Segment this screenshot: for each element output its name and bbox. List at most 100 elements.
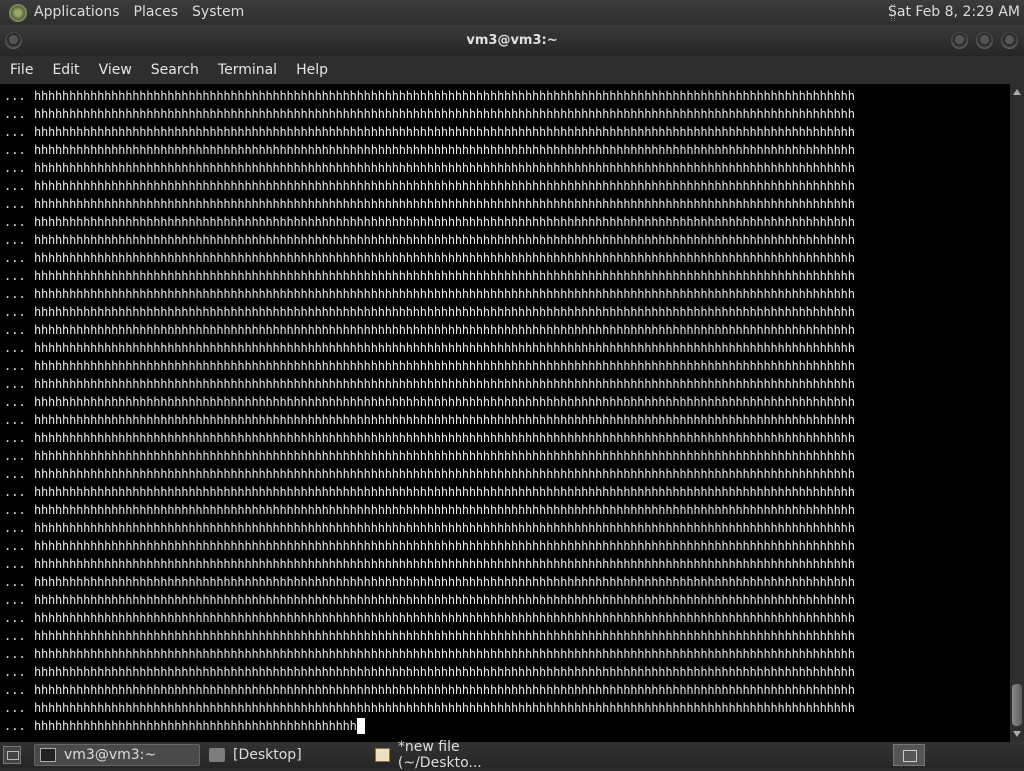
continuation-prompt: ... [4,467,26,481]
continuation-prompt: ... [4,161,26,175]
terminal-line-text: hhhhhhhhhhhhhhhhhhhhhhhhhhhhhhhhhhhhhhhh… [34,629,855,643]
continuation-prompt: ... [4,575,26,589]
terminal-line: ... hhhhhhhhhhhhhhhhhhhhhhhhhhhhhhhhhhhhh… [4,519,1010,537]
terminal-line: ... hhhhhhhhhhhhhhhhhhhhhhhhhhhhhhhhhhhhh… [4,555,1010,573]
terminal-line: ... hhhhhhhhhhhhhhhhhhhhhhhhhhhhhhhhhhhhh… [4,249,1010,267]
continuation-prompt: ... [4,719,26,733]
menu-search[interactable]: Search [144,56,206,84]
terminal-line: ... hhhhhhhhhhhhhhhhhhhhhhhhhhhhhhhhhhhhh… [4,483,1010,501]
terminal-line: ... hhhhhhhhhhhhhhhhhhhhhhhhhhhhhhhhhhhhh… [4,141,1010,159]
workspace-switcher[interactable] [893,744,925,766]
menu-help[interactable]: Help [289,56,335,84]
terminal-line: ... hhhhhhhhhhhhhhhhhhhhhhhhhhhhhhhhhhhhh… [4,501,1010,519]
terminal-line-text: hhhhhhhhhhhhhhhhhhhhhhhhhhhhhhhhhhhhhhhh… [34,503,855,517]
terminal-line: ... hhhhhhhhhhhhhhhhhhhhhhhhhhhhhhhhhhhhh… [4,357,1010,375]
applications-menu[interactable]: Applications [27,0,127,25]
terminal-line-text: hhhhhhhhhhhhhhhhhhhhhhhhhhhhhhhhhhhhhhhh… [34,179,855,193]
continuation-prompt: ... [4,611,26,625]
minimize-button[interactable] [951,32,968,49]
window-titlebar[interactable]: vm3@vm3:~ [0,25,1024,56]
show-desktop-icon[interactable] [3,746,21,764]
terminal-line: ... hhhhhhhhhhhhhhhhhhhhhhhhhhhhhhhhhhhhh… [4,267,1010,285]
scroll-thumb[interactable] [1012,684,1022,726]
terminal-line-text: hhhhhhhhhhhhhhhhhhhhhhhhhhhhhhhhhhhhhhhh… [34,287,855,301]
terminal-line-text: hhhhhhhhhhhhhhhhhhhhhhhhhhhhhhhhhhhhhhhh… [34,161,855,175]
terminal-line-text: hhhhhhhhhhhhhhhhhhhhhhhhhhhhhhhhhhhhhhhh… [34,107,855,121]
maximize-button[interactable] [976,32,993,49]
terminal-line: ... hhhhhhhhhhhhhhhhhhhhhhhhhhhhhhhhhhhhh… [4,375,1010,393]
terminal-line: ... hhhhhhhhhhhhhhhhhhhhhhhhhhhhhhhhhhhhh… [4,645,1010,663]
terminal-line: ... hhhhhhhhhhhhhhhhhhhhhhhhhhhhhhhhhhhhh… [4,717,1010,735]
menu-terminal[interactable]: Terminal [211,56,284,84]
distro-logo-icon[interactable] [9,3,27,22]
continuation-prompt: ... [4,593,26,607]
menubar: File Edit View Search Terminal Help [0,56,1024,84]
taskbar-item-text-editor[interactable]: *new file (~/Deskto... [370,739,536,771]
continuation-prompt: ... [4,647,26,661]
terminal-line: ... hhhhhhhhhhhhhhhhhhhhhhhhhhhhhhhhhhhhh… [4,609,1010,627]
terminal-line: ... hhhhhhhhhhhhhhhhhhhhhhhhhhhhhhhhhhhhh… [4,195,1010,213]
terminal-line: ... hhhhhhhhhhhhhhhhhhhhhhhhhhhhhhhhhhhhh… [4,663,1010,681]
terminal-output[interactable]: ... hhhhhhhhhhhhhhhhhhhhhhhhhhhhhhhhhhhhh… [0,84,1010,742]
menu-edit[interactable]: Edit [45,56,86,84]
continuation-prompt: ... [4,449,26,463]
text-cursor [356,718,365,734]
terminal-line-text: hhhhhhhhhhhhhhhhhhhhhhhhhhhhhhhhhhhhhhhh… [34,395,855,409]
terminal-line-text: hhhhhhhhhhhhhhhhhhhhhhhhhhhhhhhhhhhhhhhh… [34,233,855,247]
terminal-line-text: hhhhhhhhhhhhhhhhhhhhhhhhhhhhhhhhhhhhhhhh… [34,125,855,139]
terminal-line-text: hhhhhhhhhhhhhhhhhhhhhhhhhhhhhhhhhhhhhhhh… [34,359,855,373]
terminal-line: ... hhhhhhhhhhhhhhhhhhhhhhhhhhhhhhhhhhhhh… [4,321,1010,339]
terminal-line-text: hhhhhhhhhhhhhhhhhhhhhhhhhhhhhhhhhhhhhhhh… [34,665,855,679]
terminal-line: ... hhhhhhhhhhhhhhhhhhhhhhhhhhhhhhhhhhhhh… [4,465,1010,483]
continuation-prompt: ... [4,305,26,319]
terminal-line: ... hhhhhhhhhhhhhhhhhhhhhhhhhhhhhhhhhhhhh… [4,123,1010,141]
continuation-prompt: ... [4,539,26,553]
terminal-line-text: hhhhhhhhhhhhhhhhhhhhhhhhhhhhhhhhhhhhhhhh… [34,197,855,211]
continuation-prompt: ... [4,179,26,193]
scroll-down-arrow-icon[interactable] [1013,731,1021,737]
continuation-prompt: ... [4,431,26,445]
terminal-line-text: hhhhhhhhhhhhhhhhhhhhhhhhhhhhhhhhhhhhhhhh… [34,683,855,697]
taskbar-item-label: *new file (~/Deskto... [397,739,482,771]
terminal-line-text: hhhhhhhhhhhhhhhhhhhhhhhhhhhhhhhhhhhhhhhh… [34,539,855,553]
menu-view[interactable]: View [92,56,139,84]
terminal-line-text: hhhhhhhhhhhhhhhhhhhhhhhhhhhhhhhhhhhhhhhh… [34,413,855,427]
taskbar: vm3@vm3:~ [Desktop] *new file (~/Deskto.… [0,739,1024,771]
terminal-line-text: hhhhhhhhhhhhhhhhhhhhhhhhhhhhhhhhhhhhhhhh… [34,557,855,571]
continuation-prompt: ... [4,197,26,211]
terminal-icon [40,748,56,762]
terminal-line: ... hhhhhhhhhhhhhhhhhhhhhhhhhhhhhhhhhhhhh… [4,231,1010,249]
continuation-prompt: ... [4,233,26,247]
terminal-line-text: hhhhhhhhhhhhhhhhhhhhhhhhhhhhhhhhhhhhhhhh… [34,89,855,103]
taskbar-item-desktop[interactable]: [Desktop] [204,744,366,766]
continuation-prompt: ... [4,107,26,121]
continuation-prompt: ... [4,125,26,139]
taskbar-item-label: vm3@vm3:~ [64,747,157,763]
terminal-line: ... hhhhhhhhhhhhhhhhhhhhhhhhhhhhhhhhhhhhh… [4,591,1010,609]
taskbar-item-terminal[interactable]: vm3@vm3:~ [34,744,200,766]
terminal-line-text: hhhhhhhhhhhhhhhhhhhhhhhhhhhhhhhhhhhhhhhh… [34,377,855,391]
continuation-prompt: ... [4,629,26,643]
terminal-line: ... hhhhhhhhhhhhhhhhhhhhhhhhhhhhhhhhhhhhh… [4,303,1010,321]
close-button[interactable] [1001,32,1018,49]
continuation-prompt: ... [4,413,26,427]
places-menu[interactable]: Places [127,0,186,25]
continuation-prompt: ... [4,287,26,301]
window-menu-button[interactable] [5,32,22,49]
terminal-line-text: hhhhhhhhhhhhhhhhhhhhhhhhhhhhhhhhhhhhhhhh… [34,323,855,337]
system-menu[interactable]: System [185,0,251,25]
terminal-line-text: hhhhhhhhhhhhhhhhhhhhhhhhhhhhhhhhhhhhhhhh… [34,521,855,535]
menu-file[interactable]: File [3,56,40,84]
scroll-up-arrow-icon[interactable] [1013,89,1021,95]
terminal-scrollbar[interactable] [1010,84,1024,742]
terminal-line: ... hhhhhhhhhhhhhhhhhhhhhhhhhhhhhhhhhhhhh… [4,159,1010,177]
clock[interactable]: Sat Feb 8, 2:29 AM [888,0,1020,25]
terminal-line-text: hhhhhhhhhhhhhhhhhhhhhhhhhhhhhhhhhhhhhhhh… [34,647,855,661]
terminal-line: ... hhhhhhhhhhhhhhhhhhhhhhhhhhhhhhhhhhhhh… [4,411,1010,429]
continuation-prompt: ... [4,89,26,103]
terminal-line: ... hhhhhhhhhhhhhhhhhhhhhhhhhhhhhhhhhhhhh… [4,429,1010,447]
taskbar-item-label: [Desktop] [233,747,302,763]
terminal-line-text: hhhhhhhhhhhhhhhhhhhhhhhhhhhhhhhhhhhhhhhh… [34,215,855,229]
terminal-line-text: hhhhhhhhhhhhhhhhhhhhhhhhhhhhhhhhhhhhhhhh… [34,305,855,319]
continuation-prompt: ... [4,215,26,229]
